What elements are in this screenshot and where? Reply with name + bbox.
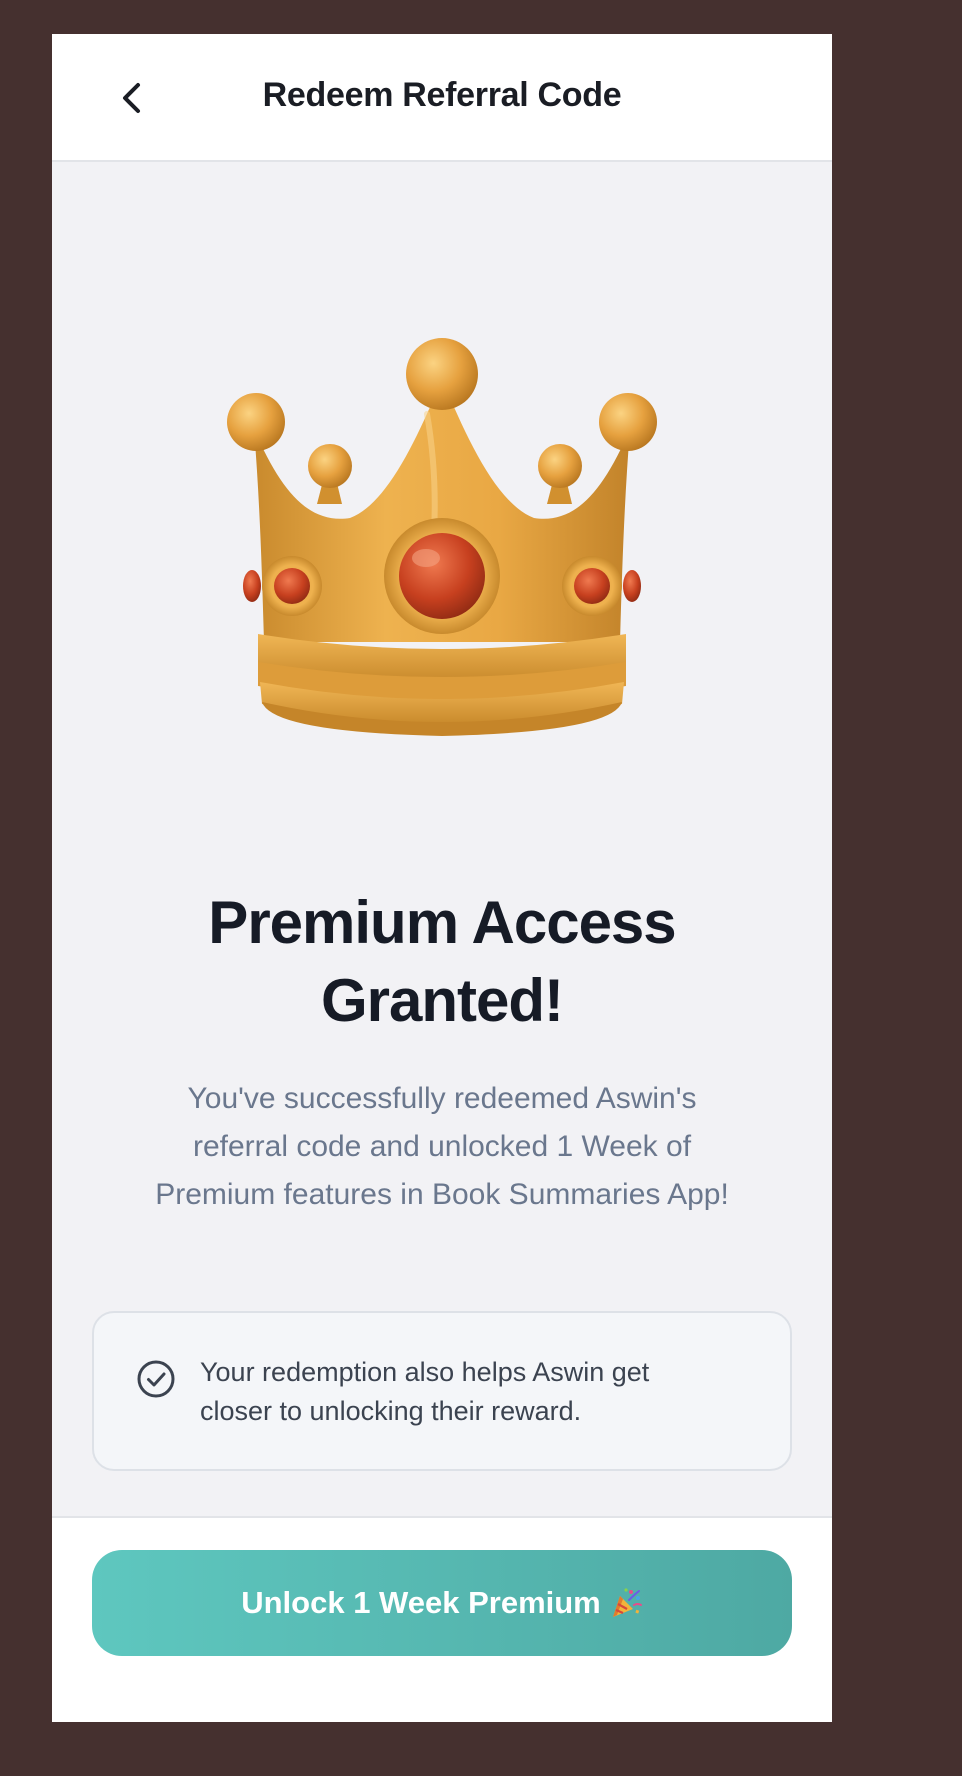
footer-bar: Unlock 1 Week Premium (52, 1516, 832, 1722)
check-circle-icon (137, 1360, 175, 1398)
unlock-premium-button[interactable]: Unlock 1 Week Premium (92, 1550, 792, 1656)
page-title: Redeem Referral Code (262, 76, 622, 114)
crown-icon (227, 338, 657, 736)
app-header: Redeem Referral Code (52, 34, 832, 162)
headline-line-1: Premium Access (208, 889, 676, 956)
party-popper-icon (612, 1588, 642, 1617)
success-headline: Premium Access Granted! (92, 884, 792, 1040)
unlock-premium-label: Unlock 1 Week Premium (241, 1585, 601, 1620)
headline-line-2: Granted! (320, 967, 564, 1034)
referrer-info-card: Your redemption also helps Aswin get clo… (92, 1311, 792, 1471)
crown-illustration (222, 304, 662, 754)
success-description: You've successfully redeemed Aswin's ref… (155, 1082, 729, 1211)
info-card-text: Your redemption also helps Aswin get clo… (200, 1357, 650, 1426)
phone-screen: Redeem Referral Code Premium Access Gran… (52, 34, 832, 1722)
